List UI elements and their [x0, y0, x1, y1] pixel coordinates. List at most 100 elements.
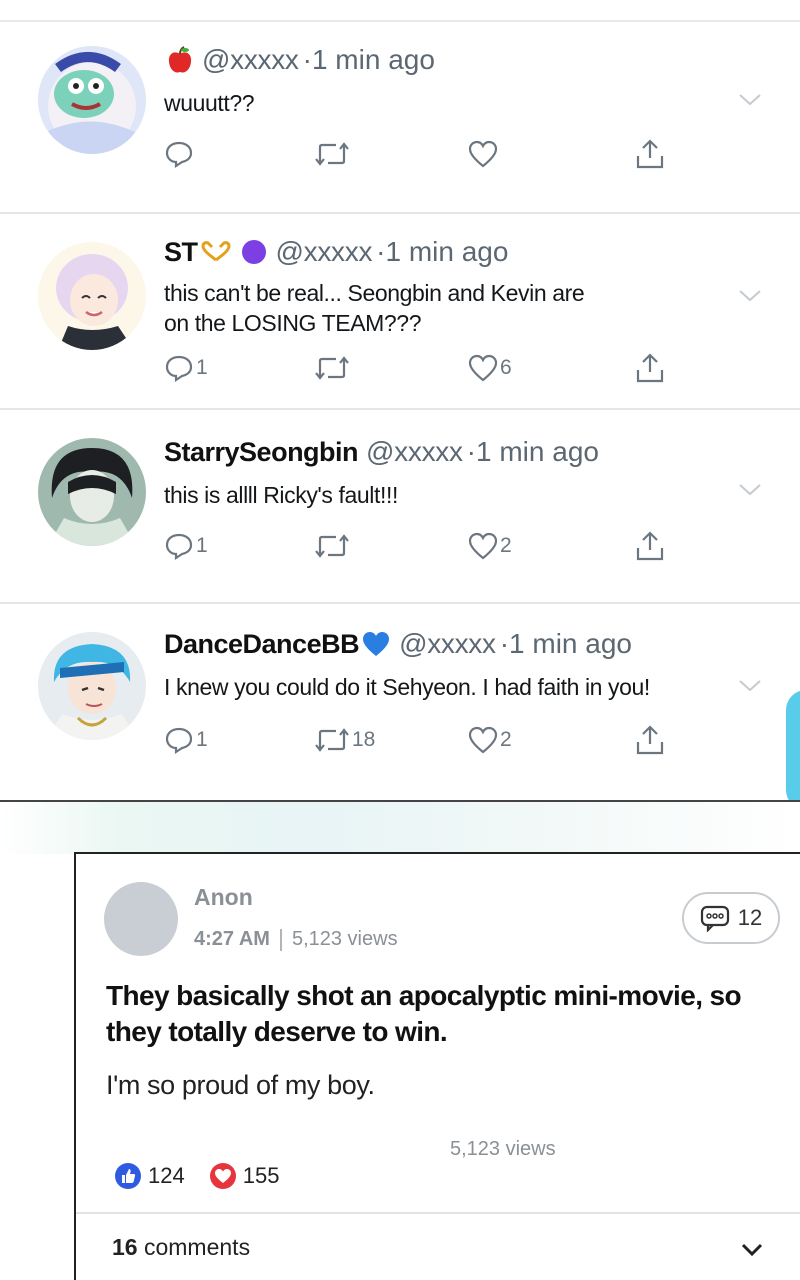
- retweet-button[interactable]: 18: [314, 722, 375, 758]
- timestamp: ·1 min ago: [499, 628, 632, 659]
- timestamp: ·1 min ago: [302, 44, 435, 75]
- like-button[interactable]: 2: [468, 722, 512, 758]
- user-handle[interactable]: @xxxxx: [276, 236, 373, 268]
- share-button[interactable]: [634, 722, 666, 758]
- reply-icon: [165, 533, 193, 561]
- share-button[interactable]: [634, 136, 666, 172]
- timestamp: ·1 min ago: [466, 436, 599, 467]
- avatar[interactable]: [38, 46, 146, 154]
- post-body: I'm so proud of my boy.: [106, 1070, 375, 1100]
- retweet-icon: [315, 728, 349, 752]
- like-count: 124: [148, 1163, 185, 1188]
- retweet-button[interactable]: [314, 350, 350, 386]
- user-handle[interactable]: @xxxxx: [399, 628, 496, 660]
- user-handle[interactable]: @xxxxx: [202, 44, 299, 76]
- chevron-down-icon[interactable]: [738, 92, 762, 108]
- heart-count: 155: [242, 1163, 280, 1188]
- reply-count: 1: [196, 534, 208, 557]
- comment-bubble-icon: [700, 905, 729, 932]
- share-icon: [636, 725, 664, 755]
- like-icon: [468, 726, 498, 754]
- tweet-text-line: this can't be real... Seongbin and Kevin…: [164, 280, 585, 306]
- retweet-button[interactable]: [314, 136, 350, 172]
- retweet-count: 18: [352, 728, 376, 751]
- like-icon: [468, 140, 498, 168]
- tweet-divider: [0, 602, 800, 604]
- comment-count-button[interactable]: 12: [682, 892, 780, 944]
- tweet-header: StarrySeongbin @xxxxx ·1 min ago: [164, 436, 599, 468]
- sparkle-background: [0, 802, 800, 854]
- like-button[interactable]: [468, 136, 498, 172]
- heart-icon: [209, 1163, 236, 1189]
- reply-button[interactable]: [164, 136, 194, 172]
- chevron-down-icon[interactable]: [738, 482, 762, 498]
- post-time: 4:27 AM: [194, 928, 270, 950]
- post-views: 5,123 views: [450, 1138, 556, 1160]
- reply-button[interactable]: 1: [164, 528, 208, 564]
- tweet-text: this can't be real... Seongbin and Kevin…: [164, 278, 585, 338]
- tweet-feed: @xxxxx ·1 min ago wuuutt?? ST @xxxxx ·1 …: [0, 0, 800, 802]
- like-icon: [468, 354, 498, 382]
- reply-count: 1: [196, 728, 208, 751]
- reply-icon: [165, 141, 193, 169]
- comment-count: 12: [737, 905, 763, 930]
- avatar[interactable]: [38, 438, 146, 546]
- post-divider: [76, 1212, 800, 1214]
- reply-icon: [165, 727, 193, 755]
- share-button[interactable]: [634, 528, 666, 564]
- share-button[interactable]: [634, 350, 666, 386]
- display-name[interactable]: ST: [164, 237, 198, 268]
- chevron-down-icon[interactable]: [740, 1242, 764, 1258]
- tweet-divider: [0, 212, 800, 214]
- heart-reaction[interactable]: 155: [209, 1162, 280, 1190]
- timestamp: ·1 min ago: [376, 236, 509, 267]
- post-views-meta: 5,123 views: [291, 928, 398, 950]
- like-icon: [468, 532, 498, 560]
- purple-circle-icon: [240, 238, 268, 266]
- tweet-text-line: wuuutt??: [164, 90, 255, 116]
- display-name[interactable]: DanceDanceBB: [164, 629, 360, 660]
- comments-toggle[interactable]: 16 comments: [112, 1234, 250, 1261]
- reactions: 124 155: [114, 1162, 303, 1190]
- share-icon: [636, 353, 664, 383]
- tweet-header: ST @xxxxx ·1 min ago: [164, 236, 508, 268]
- post-meta: 4:27 AM 5,123 views: [194, 928, 398, 951]
- avatar[interactable]: [104, 882, 178, 956]
- tweet-header: DanceDanceBB @xxxxx ·1 min ago: [164, 628, 632, 660]
- display-name[interactable]: StarrySeongbin: [164, 437, 359, 468]
- tweet-header: @xxxxx ·1 min ago: [164, 44, 435, 76]
- reply-button[interactable]: 1: [164, 350, 208, 386]
- share-icon: [636, 531, 664, 561]
- tweet-text-line: I knew you could do it Sehyeon. I had fa…: [164, 674, 650, 700]
- comments-number: 16: [112, 1234, 138, 1260]
- heart-hands-icon: [200, 240, 232, 264]
- comments-word: comments: [143, 1234, 251, 1260]
- meta-divider: [279, 928, 282, 951]
- retweet-icon: [315, 356, 349, 380]
- avatar[interactable]: [38, 632, 146, 740]
- retweet-button[interactable]: [314, 528, 350, 564]
- forum-post-card: Anon 4:27 AM 5,123 views 12 They basical…: [74, 852, 800, 1280]
- avatar[interactable]: [38, 242, 146, 350]
- chevron-down-icon[interactable]: [738, 678, 762, 694]
- like-count: 2: [500, 728, 512, 751]
- chevron-down-icon[interactable]: [738, 288, 762, 304]
- user-handle[interactable]: @xxxxx: [366, 436, 463, 468]
- thumbs-up-reaction[interactable]: 124: [114, 1162, 185, 1190]
- reply-count: 1: [196, 356, 208, 379]
- reply-button[interactable]: 1: [164, 722, 208, 758]
- feed-top-divider: [0, 20, 800, 22]
- apple-icon: [166, 45, 194, 75]
- retweet-icon: [315, 142, 349, 166]
- tweet-actions: [164, 136, 674, 176]
- tweet-text-line: on the LOSING TEAM???: [164, 310, 422, 336]
- tweet-text: wuuutt??: [164, 88, 255, 118]
- reply-icon: [165, 355, 193, 383]
- tweet-text-line: this is allll Ricky's fault!!!: [164, 482, 398, 508]
- share-icon: [636, 139, 664, 169]
- tweet-text: this is allll Ricky's fault!!!: [164, 480, 398, 510]
- like-button[interactable]: 6: [468, 350, 512, 386]
- post-author[interactable]: Anon: [194, 884, 253, 911]
- like-button[interactable]: 2: [468, 528, 512, 564]
- decorative-blue-shape: [786, 690, 800, 810]
